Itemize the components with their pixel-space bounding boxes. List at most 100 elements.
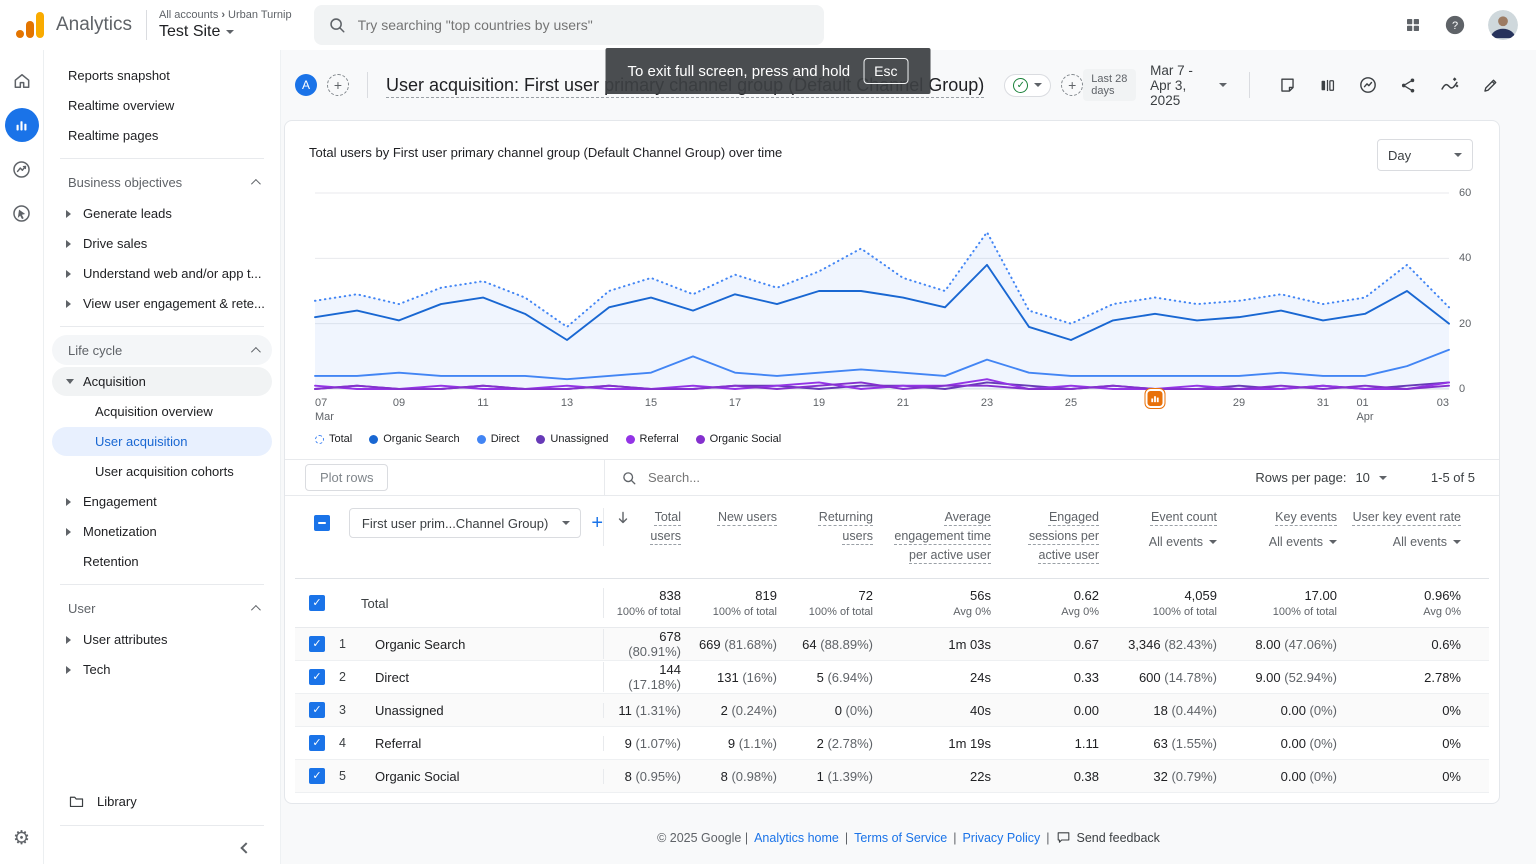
metric-cell: 1.11 [1074,735,1099,751]
column-header-event-count[interactable]: Event count All events [1113,508,1231,552]
column-header-user-key-event-rate[interactable]: User key event rate All events [1351,508,1489,552]
column-header-engaged-sessions-per-active-user[interactable]: Engaged sessions per active user [1005,508,1113,564]
sidebar-item-user-attributes[interactable]: User attributes [52,625,272,654]
column-header-new-users[interactable]: New users [695,508,791,527]
date-range-picker[interactable]: Mar 7 - Apr 3, 2025 [1150,63,1228,108]
sidebar-section-life-cycle[interactable]: Life cycle [52,335,272,365]
sidebar-item-engagement[interactable]: Engagement [52,487,272,516]
row-checkbox[interactable]: ✓ [309,636,325,653]
sidebar-item-retention[interactable]: Retention [52,547,272,576]
collapse-sidebar-button[interactable] [52,834,272,858]
insights-icon[interactable] [1358,75,1378,95]
select-all-checkbox[interactable] [313,515,330,531]
table-search[interactable] [605,470,1256,486]
user-avatar[interactable] [1488,10,1518,40]
sidebar-item-user-acquisition[interactable]: User acquisition [52,427,272,456]
add-report-button[interactable]: + [1061,74,1084,96]
column-header-key-events[interactable]: Key events All events [1231,508,1351,552]
sidebar-item-acquisition-overview[interactable]: Acquisition overview [52,397,272,426]
table-row-direct[interactable]: ✓ 2 Direct 144 (17.18%) 131 (16%) 5 (6.94%) 24… [295,661,1489,695]
granularity-dropdown[interactable]: Day [1377,139,1473,171]
report-owner-avatar[interactable]: A [295,74,317,96]
comparison-icon[interactable] [1318,76,1337,95]
sidebar-item-drive-sales[interactable]: Drive sales [52,229,272,258]
metric-cell: 0.00 (0%) [1280,735,1337,751]
rows-per-page-value[interactable]: 10 [1355,470,1369,485]
plot-rows-button[interactable]: Plot rows [305,464,389,491]
sidebar-item-realtime-pages[interactable]: Realtime pages [52,121,272,150]
sidebar-item-acquisition[interactable]: Acquisition [52,367,272,396]
legend-item-organic-search[interactable]: Organic Search [369,433,460,445]
search-input[interactable] [357,17,810,33]
explore-icon[interactable] [5,152,39,186]
sidebar-item-view-user-engagement-rete[interactable]: View user engagement & rete... [52,289,272,318]
column-header-returning-users[interactable]: Returning users [791,508,887,546]
legend-item-total[interactable]: Total [315,433,352,445]
send-feedback-button[interactable]: Send feedback [1056,830,1160,845]
legend-item-referral[interactable]: Referral [625,433,679,445]
help-icon[interactable]: ? [1444,14,1466,36]
report-status-dropdown[interactable]: ✓ [1004,73,1052,97]
row-checkbox[interactable]: ✓ [309,669,325,686]
sidebar-item-library[interactable]: Library [52,785,272,817]
sidebar-item-tech[interactable]: Tech [52,655,272,684]
metric-cell: 18 (0.44%) [1153,702,1217,718]
row-checkbox[interactable]: ✓ [309,735,325,752]
edit-pencil-icon[interactable] [1481,76,1500,95]
share-icon[interactable] [1399,76,1418,95]
sidebar-item-user-acquisition-cohorts[interactable]: User acquisition cohorts [52,457,272,486]
column-event-filter[interactable]: All events [1351,533,1461,552]
sidebar-section-user[interactable]: User [52,593,272,623]
add-dimension-button[interactable]: + [591,513,603,533]
row-checkbox[interactable]: ✓ [309,702,325,719]
sidebar-item-generate-leads[interactable]: Generate leads [52,199,272,228]
sidebar-item-understand-web-and-or-app-t[interactable]: Understand web and/or app t... [52,259,272,288]
metric-cell: 2 (2.78%) [816,735,873,751]
metric-cell: 1 (1.39%) [816,768,873,784]
column-header-total-users[interactable]: Total users [603,508,695,546]
footer-link-terms[interactable]: Terms of Service [854,831,947,845]
anomaly-marker-icon[interactable] [1145,389,1165,408]
sidebar-section-business-objectives[interactable]: Business objectives [52,167,272,197]
column-event-filter[interactable]: All events [1113,533,1217,552]
table-row-organic-social[interactable]: ✓ 5 Organic Social 8 (0.95%) 8 (0.98%) 1 (1.3… [295,760,1489,794]
chart-canvas[interactable] [313,192,1451,390]
legend-item-unassigned[interactable]: Unassigned [536,433,609,445]
home-icon[interactable] [5,64,39,98]
column-header-average-engagement-time-per-active-user[interactable]: Average engagement time per active user [887,508,1005,564]
global-search[interactable] [313,5,824,45]
legend-dot-icon [369,434,379,444]
advertising-icon[interactable] [5,196,39,230]
apps-grid-icon[interactable] [1404,16,1422,34]
table-row-referral[interactable]: ✓ 4 Referral 9 (1.07%) 9 (1.1%) 2 (2.78%) 1m 1… [295,727,1489,761]
legend-item-organic-social[interactable]: Organic Social [695,433,781,445]
chevron-down-icon[interactable] [1378,475,1387,480]
analytics-logo[interactable]: Analytics [0,12,146,38]
sidebar-item-reports-snapshot[interactable]: Reports snapshot [52,61,272,90]
legend-item-direct[interactable]: Direct [476,433,519,445]
admin-gear-icon[interactable]: ⚙ [13,827,30,850]
add-collaborator-button[interactable]: + [327,74,349,96]
column-event-filter[interactable]: All events [1231,533,1337,552]
sidebar-item-monetization[interactable]: Monetization [52,517,272,546]
table-row-unassigned[interactable]: ✓ 3 Unassigned 11 (1.31%) 2 (0.24%) 0 (0%) 40s… [295,694,1489,728]
footer-link-privacy[interactable]: Privacy Policy [962,831,1040,845]
sidebar-item-realtime-overview[interactable]: Realtime overview [52,91,272,120]
metric-cell: 9.00 (52.94%) [1255,669,1337,685]
footer-link-analytics-home[interactable]: Analytics home [754,831,839,845]
search-icon [329,18,345,33]
table-row-organic-search[interactable]: ✓ 1 Organic Search 678 (80.91%) 669 (81.68%)… [295,628,1489,662]
feedback-bubble-icon [1057,832,1069,843]
account-switcher[interactable]: All accounts › Urban Turnip Test Site [147,9,304,41]
channel-name: Referral [375,735,422,751]
reports-icon[interactable] [4,108,39,142]
x-axis-tick: 25 [1064,397,1078,409]
dimension-dropdown[interactable]: First user prim...Channel Group) [348,508,582,538]
table-search-input[interactable] [648,470,1256,485]
notes-icon[interactable] [1278,76,1297,95]
sidebar-item-label: View user engagement & rete... [83,296,265,311]
svg-text:?: ? [1452,20,1458,32]
total-row-checkbox[interactable]: ✓ [309,595,325,612]
insights-sparkline-icon[interactable] [1439,75,1460,96]
row-checkbox[interactable]: ✓ [309,768,325,785]
